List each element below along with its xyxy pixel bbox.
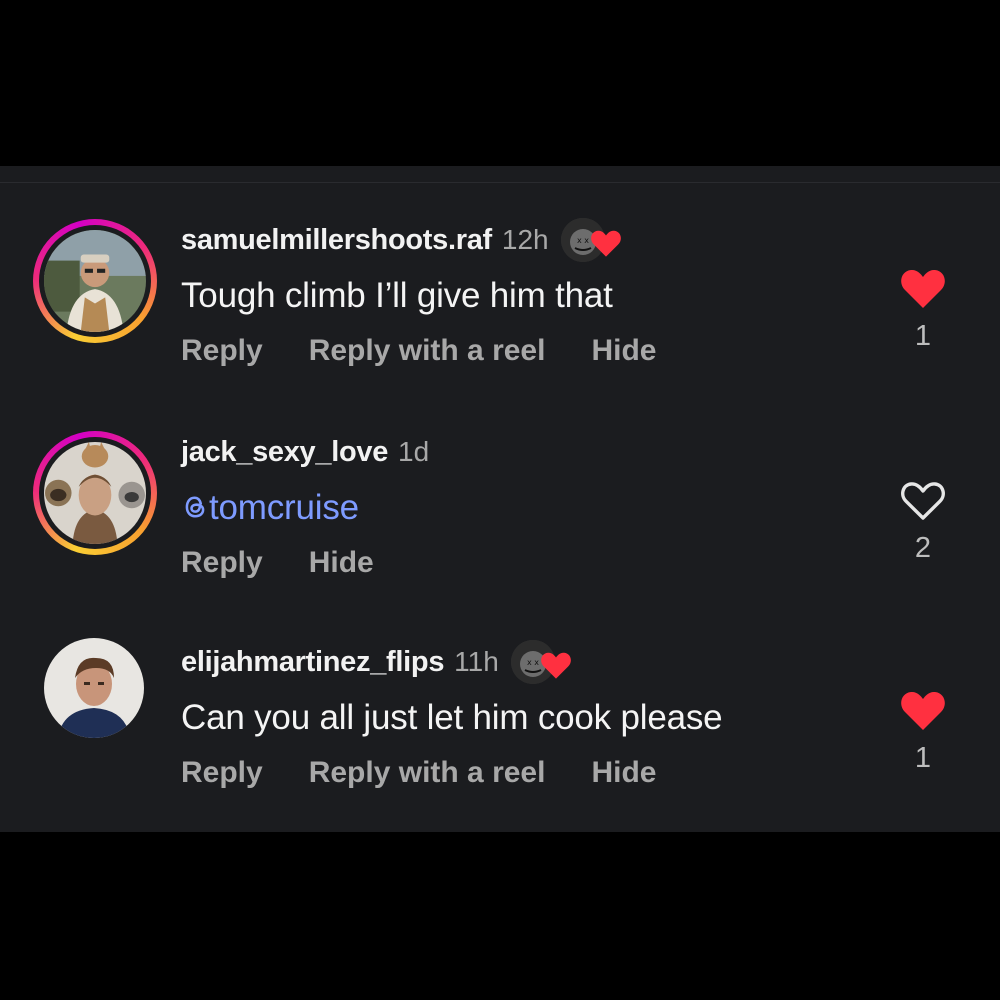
comment-actions: Reply Reply with a reel Hide (181, 756, 656, 790)
reply-button[interactable]: Reply (181, 756, 263, 790)
story-ring (33, 219, 157, 343)
screen: samuelmillershoots.raf 12h x x Tough cli… (0, 0, 1000, 1000)
heart-outline-icon[interactable] (899, 478, 947, 522)
comment-header: elijahmartinez_flips 11h x x (181, 640, 573, 684)
like-control: 1 (895, 688, 951, 775)
avatar[interactable] (44, 638, 144, 738)
svg-text:x x: x x (527, 658, 539, 667)
like-control: 1 (895, 266, 951, 353)
username[interactable]: jack_sexy_love (181, 436, 388, 469)
avatar-photo (44, 638, 144, 738)
comment-item: samuelmillershoots.raf 12h x x Tough cli… (0, 216, 1000, 406)
like-count: 1 (914, 320, 932, 352)
username[interactable]: samuelmillershoots.raf (181, 224, 492, 257)
comment-actions: Reply Hide (181, 546, 374, 580)
comments-panel: samuelmillershoots.raf 12h x x Tough cli… (0, 166, 1000, 832)
divider (0, 182, 1000, 183)
liked-by-creator-badge: x x (510, 640, 573, 684)
comment-actions: Reply Reply with a reel Hide (181, 334, 656, 368)
comment-text: Can you all just let him cook please (181, 698, 723, 737)
creator-heart-icon (540, 652, 571, 679)
story-ring (33, 431, 157, 555)
avatar[interactable] (33, 431, 157, 555)
creator-heart-icon (590, 230, 621, 257)
liked-by-creator-badge: x x (560, 218, 623, 262)
reply-with-reel-button[interactable]: Reply with a reel (309, 756, 546, 790)
reply-with-reel-button[interactable]: Reply with a reel (309, 334, 546, 368)
like-control: 2 (895, 478, 951, 565)
hide-button[interactable]: Hide (591, 334, 656, 368)
mention-text: tomcruise (209, 488, 359, 527)
like-count: 1 (914, 742, 932, 774)
reply-button[interactable]: Reply (181, 334, 263, 368)
mention-link[interactable]: tomcruise (181, 488, 359, 528)
timestamp: 11h (454, 646, 499, 677)
timestamp: 12h (501, 224, 549, 255)
heart-filled-icon[interactable] (899, 266, 947, 310)
comment-header: jack_sexy_love 1d (181, 434, 429, 470)
like-count: 2 (914, 532, 932, 564)
avatar-photo (44, 442, 146, 544)
avatar-photo (44, 230, 146, 332)
comment-item: jack_sexy_love 1d tomcruise Reply Hide 2 (0, 428, 1000, 618)
comment-text: Tough climb I’ll give him that (181, 276, 613, 315)
hide-button[interactable]: Hide (309, 546, 374, 580)
username[interactable]: elijahmartinez_flips (181, 646, 444, 679)
threads-icon (185, 496, 205, 518)
svg-text:x x: x x (577, 236, 589, 245)
reply-button[interactable]: Reply (181, 546, 263, 580)
heart-filled-icon[interactable] (899, 688, 947, 732)
hide-button[interactable]: Hide (591, 756, 656, 790)
timestamp: 1d (398, 436, 430, 467)
comment-item: elijahmartinez_flips 11h x x Can you all… (0, 638, 1000, 828)
avatar[interactable] (33, 219, 157, 343)
comment-header: samuelmillershoots.raf 12h x x (181, 218, 623, 262)
